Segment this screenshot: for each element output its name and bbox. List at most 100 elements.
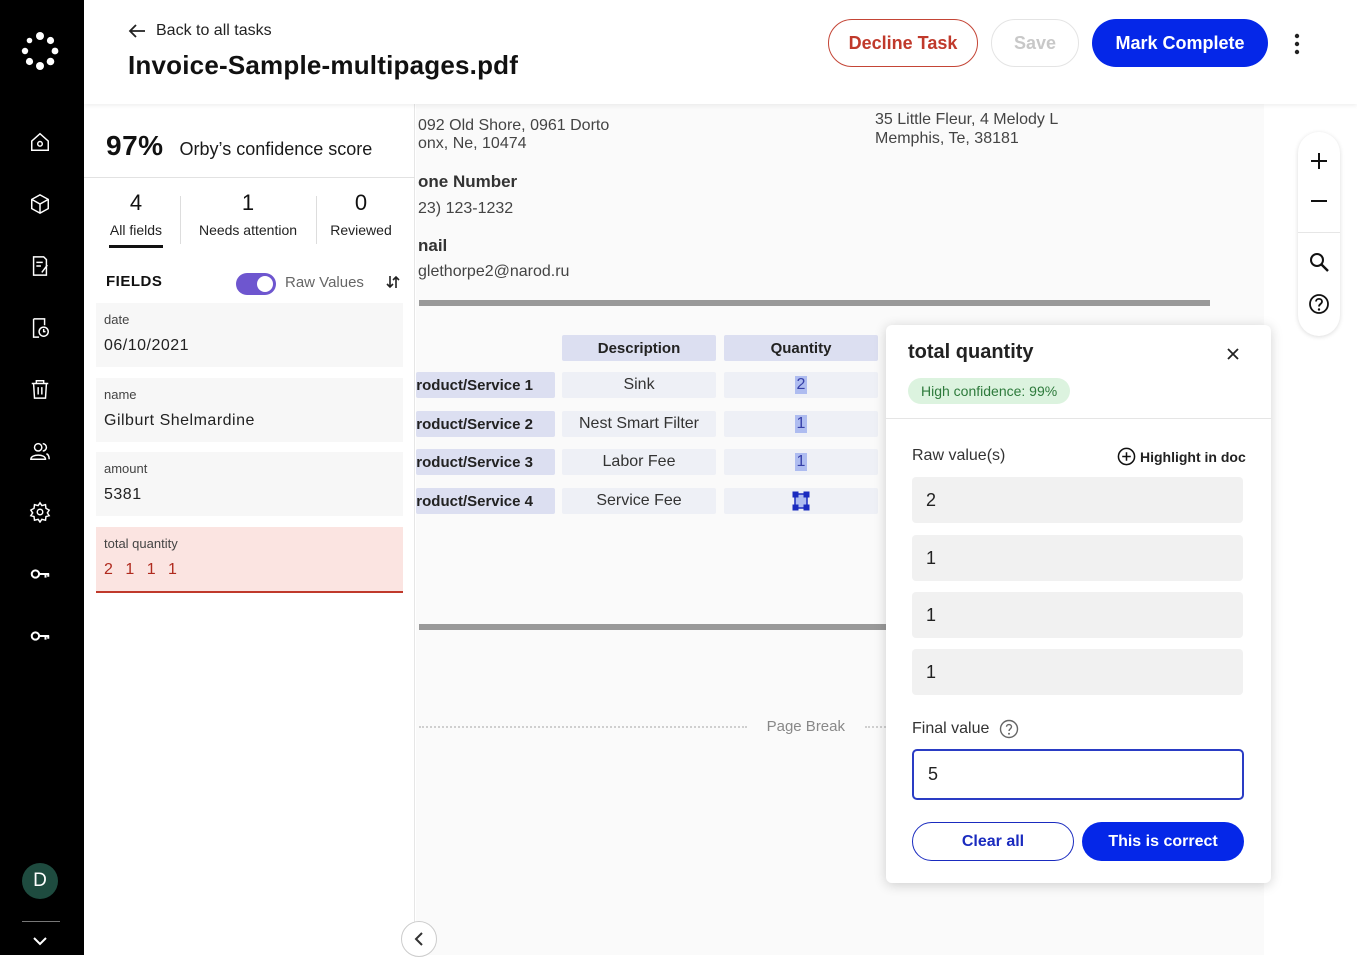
search-icon[interactable] — [1308, 251, 1330, 273]
field-name[interactable]: name Gilburt Shelmardine — [96, 378, 403, 442]
doc-text: onx, Ne, 10474 — [418, 135, 527, 152]
field-value: 5381 — [104, 486, 142, 503]
tool-rail — [1264, 104, 1357, 955]
stat-needs-attention[interactable]: 1 Needs attention — [192, 190, 304, 238]
field-detail-popup: total quantity High confidence: 99% Raw … — [886, 325, 1271, 883]
key-icon[interactable] — [28, 624, 52, 648]
fields-panel: 97% Orby’s confidence score 4 All fields… — [84, 104, 415, 955]
highlighted-value: 1 — [794, 453, 808, 471]
doc-text: glethorpe2@narod.ru — [418, 263, 570, 280]
stat-reviewed[interactable]: 0 Reviewed — [328, 190, 394, 238]
orby-logo-icon[interactable] — [20, 31, 60, 71]
help-icon[interactable] — [999, 719, 1019, 739]
doc-text: 35 Little Fleur, 4 Melody L — [875, 111, 1059, 128]
divider — [84, 177, 415, 178]
this-is-correct-button[interactable]: This is correct — [1082, 822, 1244, 861]
doc-text: 092 Old Shore, 0961 Dorto — [418, 117, 610, 134]
close-icon[interactable] — [1226, 347, 1240, 361]
highlighted-value: 2 — [794, 376, 808, 394]
mark-complete-button[interactable]: Mark Complete — [1092, 19, 1268, 67]
arrow-left-icon — [128, 24, 145, 38]
highlight-in-doc-button[interactable]: Highlight in doc — [1117, 447, 1246, 466]
cube-icon[interactable] — [28, 192, 52, 216]
field-value: Gilburt Shelmardine — [104, 412, 255, 429]
rail-divider — [22, 921, 60, 922]
document-history-icon[interactable] — [28, 316, 52, 340]
raw-values-heading: Raw value(s) — [912, 447, 1006, 464]
field-amount[interactable]: amount 5381 — [96, 452, 403, 516]
field-key: date — [104, 312, 130, 327]
confidence-score: 97% Orby’s confidence score — [106, 130, 372, 162]
divider — [886, 418, 1271, 419]
page-break: Page Break — [419, 718, 889, 735]
help-icon[interactable] — [1308, 293, 1330, 315]
stat-label: Needs attention — [198, 222, 298, 238]
doc-rule — [419, 300, 1210, 306]
field-total-quantity[interactable]: total quantity 2 1 1 1 — [96, 527, 403, 593]
active-tab-indicator — [109, 245, 163, 248]
stat-all-fields[interactable]: 4 All fields — [106, 190, 166, 238]
field-value: 2 1 1 1 — [104, 561, 181, 578]
trash-icon[interactable] — [28, 377, 52, 401]
table-cell: roduct/Service 1 — [416, 372, 555, 398]
doc-heading: nail — [418, 236, 448, 255]
raw-values-toggle[interactable] — [236, 273, 276, 295]
table-cell: roduct/Service 4 — [416, 488, 555, 514]
field-key: amount — [104, 461, 148, 476]
fields-heading: FIELDS — [106, 273, 163, 290]
chevron-down-icon[interactable] — [31, 934, 49, 948]
field-date[interactable]: date 06/10/2021 — [96, 303, 403, 367]
table-cell-quantity — [724, 488, 878, 514]
stat-label: All fields — [109, 222, 163, 238]
raw-values-label: Raw Values — [285, 274, 364, 291]
final-value-input[interactable]: 5 — [912, 749, 1244, 800]
stat-number: 0 — [354, 190, 368, 215]
stat-label: Reviewed — [330, 222, 392, 238]
sort-icon[interactable] — [386, 274, 400, 290]
popup-title: total quantity — [908, 341, 1034, 363]
zoom-in-icon[interactable] — [1308, 150, 1330, 172]
confidence-badge: High confidence: 99% — [908, 378, 1071, 404]
table-cell: Nest Smart Filter — [562, 411, 716, 437]
zoom-out-icon[interactable] — [1308, 190, 1330, 212]
document-edit-icon[interactable] — [28, 254, 52, 278]
stat-number: 4 — [129, 190, 143, 215]
page-break-label: Page Break — [766, 718, 845, 735]
back-link[interactable]: Back to all tasks — [128, 22, 272, 40]
save-button[interactable]: Save — [991, 19, 1079, 67]
stat-number: 1 — [241, 190, 255, 215]
final-value-heading: Final value — [912, 719, 1019, 739]
more-options-icon[interactable] — [1292, 33, 1302, 55]
table-cell: Labor Fee — [562, 449, 716, 475]
final-value-label: Final value — [912, 720, 990, 737]
users-icon[interactable] — [28, 439, 52, 463]
raw-value-field[interactable]: 2 — [912, 477, 1243, 523]
divider — [180, 196, 181, 244]
divider — [1298, 232, 1340, 233]
raw-value-field[interactable]: 1 — [912, 535, 1243, 581]
key-icon[interactable] — [28, 562, 52, 586]
raw-value-field[interactable]: 1 — [912, 649, 1243, 695]
table-header: Quantity — [724, 335, 878, 361]
table-cell-quantity: 1 — [724, 411, 878, 437]
avatar[interactable]: D — [22, 863, 58, 899]
doc-text: Memphis, Te, 38181 — [875, 130, 1019, 147]
table-header: Description — [562, 335, 716, 361]
doc-rule — [419, 624, 889, 630]
divider — [316, 196, 317, 244]
field-value: 06/10/2021 — [104, 337, 190, 354]
decline-task-button[interactable]: Decline Task — [828, 19, 978, 67]
field-stats: 4 All fields 1 Needs attention 0 Reviewe… — [84, 190, 415, 250]
chevron-left-icon — [414, 932, 423, 946]
gear-icon[interactable] — [28, 500, 52, 524]
raw-value-field[interactable]: 1 — [912, 592, 1243, 638]
zoom-toolbox — [1298, 132, 1340, 336]
task-header: Back to all tasks Invoice-Sample-multipa… — [84, 0, 1357, 104]
toggle-knob — [257, 276, 273, 292]
home-icon[interactable] — [28, 130, 52, 154]
selection-handles-icon[interactable] — [792, 491, 810, 511]
collapse-panel-button[interactable] — [401, 921, 437, 957]
field-key: total quantity — [104, 536, 178, 551]
clear-all-button[interactable]: Clear all — [912, 822, 1074, 861]
table-cell: roduct/Service 3 — [416, 449, 555, 475]
